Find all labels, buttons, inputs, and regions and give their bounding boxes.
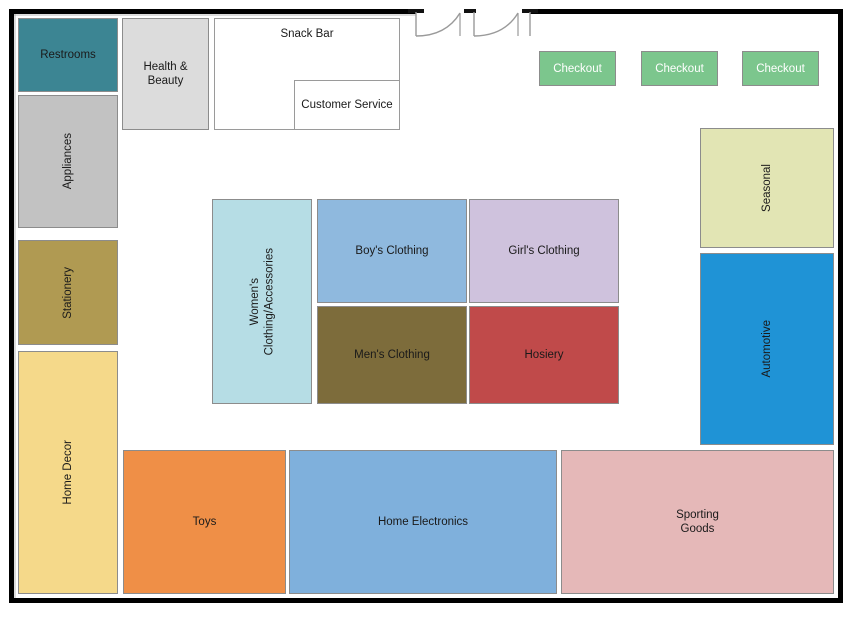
department-girls-clothing[interactable]: Girl's Clothing	[469, 199, 619, 303]
department-label-health-and-beauty: Health & Beauty	[143, 60, 188, 87]
department-label-stationery: Stationery	[61, 266, 74, 319]
checkout-counter-2[interactable]: Checkout	[641, 51, 718, 86]
snack-bar-lower-leg	[214, 80, 298, 130]
department-label-home-electronics: Home Electronics	[377, 515, 469, 528]
department-label-restrooms: Restrooms	[40, 48, 96, 61]
department-hosiery[interactable]: Hosiery	[469, 306, 619, 404]
department-label-sporting-goods: Sporting Goods	[676, 508, 719, 535]
wall-shadow-left	[14, 14, 16, 598]
door-swing-arcs	[415, 12, 531, 37]
department-appliances[interactable]: Appliances	[18, 95, 118, 228]
department-label-girls-clothing: Girl's Clothing	[508, 244, 580, 257]
department-womens-clothing[interactable]: Women's Clothing/Accessories	[212, 199, 312, 404]
department-label-toys: Toys	[192, 515, 217, 528]
department-label-home-decor: Home Decor	[61, 440, 74, 505]
checkout-label-2: Checkout	[655, 62, 704, 75]
department-label-snack-bar: Snack Bar	[280, 28, 334, 40]
checkout-label-1: Checkout	[553, 62, 602, 75]
department-customer-service[interactable]: Customer Service	[294, 80, 400, 130]
department-label-automotive: Automotive	[760, 320, 773, 378]
department-boys-clothing[interactable]: Boy's Clothing	[317, 199, 467, 303]
department-label-womens-clothing: Women's Clothing/Accessories	[248, 247, 275, 356]
department-stationery[interactable]: Stationery	[18, 240, 118, 345]
department-automotive[interactable]: Automotive	[700, 253, 834, 445]
department-sporting-goods[interactable]: Sporting Goods	[561, 450, 834, 594]
department-home-decor[interactable]: Home Decor	[18, 351, 118, 594]
department-label-hosiery: Hosiery	[524, 348, 564, 361]
wall-bottom	[9, 598, 843, 603]
wall-right	[838, 9, 843, 603]
checkout-label-3: Checkout	[756, 62, 805, 75]
department-mens-clothing[interactable]: Men's Clothing	[317, 306, 467, 404]
department-health-and-beauty[interactable]: Health & Beauty	[122, 18, 209, 130]
department-home-electronics[interactable]: Home Electronics	[289, 450, 557, 594]
department-label-mens-clothing: Men's Clothing	[354, 348, 430, 361]
department-restrooms[interactable]: Restrooms	[18, 18, 118, 92]
checkout-counter-1[interactable]: Checkout	[539, 51, 616, 86]
snack-bar-seam-mask	[215, 79, 297, 83]
department-label-appliances: Appliances	[61, 133, 74, 190]
entrance-doors[interactable]	[408, 8, 538, 44]
department-toys[interactable]: Toys	[123, 450, 286, 594]
wall-top-right	[530, 9, 843, 14]
department-label-seasonal: Seasonal	[760, 164, 773, 212]
store-floor-plan: Restrooms Appliances Stationery Home Dec…	[0, 0, 852, 617]
checkout-counter-3[interactable]: Checkout	[742, 51, 819, 86]
wall-shadow-top	[14, 14, 416, 16]
department-label-boys-clothing: Boy's Clothing	[355, 244, 429, 257]
department-seasonal[interactable]: Seasonal	[700, 128, 834, 248]
department-label-customer-service: Customer Service	[301, 98, 393, 111]
